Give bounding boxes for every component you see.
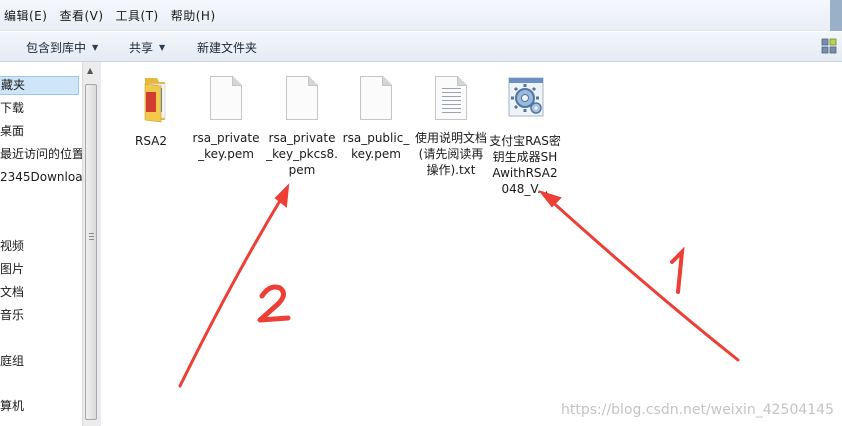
new-folder-button[interactable]: 新建文件夹 [197,39,257,56]
blank-file-icon [204,76,248,124]
file-name: RSA2 [134,134,168,148]
menu-tools[interactable]: 工具(T) [116,7,159,24]
chevron-down-icon: ▼ [92,43,99,52]
window-frame-edge [830,0,842,31]
include-in-library-label: 包含到库中 [26,41,87,55]
text-file-icon [429,76,473,124]
file-name: rsa_private_key_pkcs8.pem [266,131,338,177]
nav-item-favorites[interactable]: 藏夹 [0,76,79,95]
file-item-rsa-private-key-pkcs8[interactable]: rsa_private_key_pkcs8.pem [266,76,338,178]
file-name: 使用说明文档(请先阅读再操作).txt [415,131,488,177]
chevron-down-icon: ▼ [159,43,166,52]
command-bar: 包含到库中 ▼ 共享 ▼ 新建文件夹 [0,32,842,62]
menu-edit[interactable]: 编辑(E) [4,7,47,24]
file-list: RSA2 rsa_private_key.pem rsa_private_key… [101,62,842,426]
nav-item-documents[interactable]: 文档 [0,282,24,302]
navigation-pane: 藏夹 下载 桌面 最近访问的位置 2345Downloads 视频 图片 文档 … [0,62,82,426]
menu-help[interactable]: 帮助(H) [171,7,216,24]
blank-file-icon [354,76,398,124]
nav-scrollbar[interactable]: ▲ [82,62,99,426]
share-button[interactable]: 共享 ▼ [129,39,165,56]
menu-view[interactable]: 查看(V) [59,7,103,24]
nav-item-music[interactable]: 音乐 [0,305,24,325]
file-item-rsa-private-key[interactable]: rsa_private_key.pem [190,76,262,162]
nav-item-desktop[interactable]: 桌面 [0,121,24,141]
file-item-rsa2[interactable]: RSA2 [115,76,187,149]
file-item-readme-txt[interactable]: 使用说明文档(请先阅读再操作).txt [415,76,487,178]
include-in-library-button[interactable]: 包含到库中 ▼ [26,39,98,56]
view-options-icon[interactable] [821,38,837,54]
menu-bar: 编辑(E) 查看(V) 工具(T) 帮助(H) [0,0,842,31]
nav-item-homegroup[interactable]: 庭组 [0,351,24,371]
watermark-text: https://blog.csdn.net/weixin_42504145 [560,402,834,418]
nav-item-2345downloads[interactable]: 2345Downloads [0,167,82,187]
scroll-up-icon[interactable]: ▲ [87,66,93,75]
grip-icon [89,233,94,240]
scrollbar-thumb[interactable] [85,84,97,420]
new-folder-label: 新建文件夹 [197,41,258,55]
application-gear-icon [508,77,544,117]
file-item-rsa-public-key[interactable]: rsa_public_key.pem [340,76,412,162]
blank-file-icon [280,76,324,124]
nav-item-downloads[interactable]: 下载 [0,98,24,118]
nav-item-recent-places[interactable]: 最近访问的位置 [0,144,82,164]
nav-item-pictures[interactable]: 图片 [0,259,24,279]
nav-item-computer[interactable]: 算机 [0,396,24,416]
nav-item-videos[interactable]: 视频 [0,236,24,256]
file-name: rsa_private_key.pem [192,131,260,161]
folder-icon [144,78,166,123]
share-label: 共享 [129,41,154,55]
file-name: 支付宝RAS密钥生成器SHAwithRSA2048_V... [489,134,561,196]
file-name: rsa_public_key.pem [342,131,410,161]
file-item-rsa-key-generator[interactable]: 支付宝RAS密钥生成器SHAwithRSA2048_V... [489,76,561,197]
